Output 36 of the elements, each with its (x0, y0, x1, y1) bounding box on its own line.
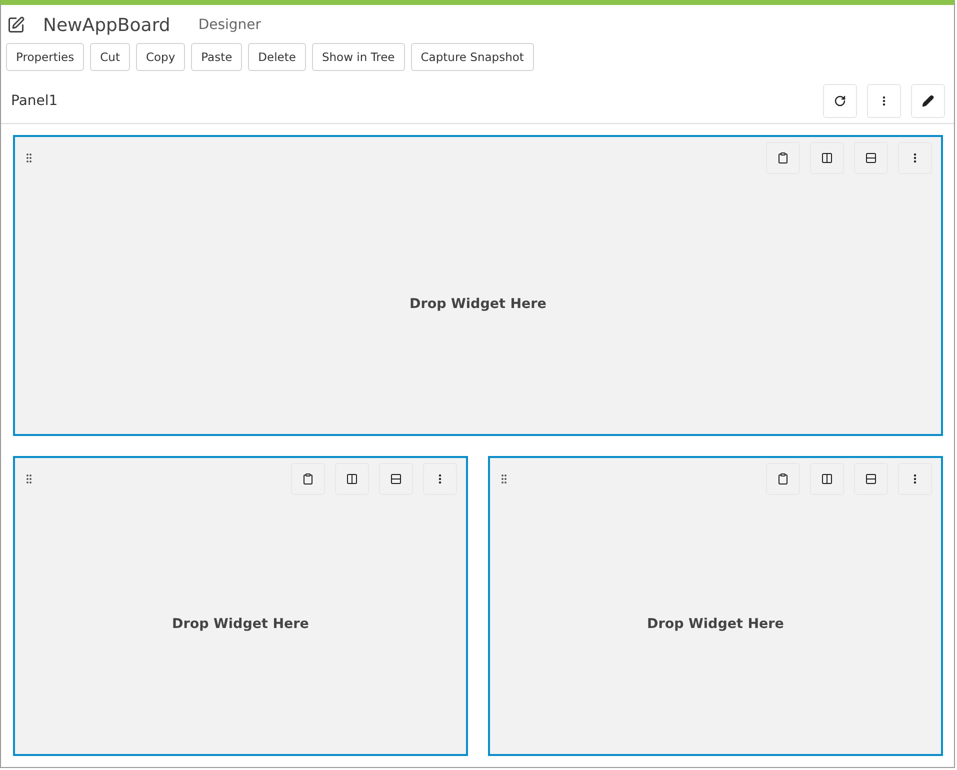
columns-icon (821, 152, 833, 164)
rows-icon (865, 152, 877, 164)
refresh-button[interactable] (823, 84, 857, 118)
toolbar-button[interactable]: Delete (248, 43, 306, 71)
clipboard-icon (777, 472, 789, 484)
app-title: NewAppBoard (43, 14, 170, 36)
clipboard-icon (777, 152, 789, 164)
split-vertical-button[interactable] (335, 462, 369, 494)
app-subtitle: Designer (198, 17, 262, 33)
toolbar-button[interactable]: Copy (136, 43, 186, 71)
split-vertical-button[interactable] (810, 462, 844, 494)
toolbar-button[interactable]: Cut (90, 43, 130, 71)
clipboard-icon (302, 472, 314, 484)
pencil-icon (922, 95, 934, 107)
toolbar-button[interactable]: Properties (6, 43, 84, 71)
drop-hint: Drop Widget Here (647, 616, 784, 632)
columns-icon (346, 472, 358, 484)
split-horizontal-button[interactable] (379, 462, 413, 494)
edit-button[interactable] (911, 84, 945, 118)
split-vertical-button[interactable] (810, 142, 844, 174)
paste-button[interactable] (766, 462, 800, 494)
toolbar-button[interactable]: Capture Snapshot (410, 43, 534, 71)
rows-icon (865, 472, 877, 484)
refresh-icon (834, 95, 846, 107)
split-horizontal-button[interactable] (854, 142, 888, 174)
drop-hint: Drop Widget Here (410, 296, 546, 312)
rows-icon (390, 472, 402, 484)
split-horizontal-button[interactable] (854, 462, 888, 494)
toolbar-button[interactable]: Paste (191, 43, 242, 71)
edit-icon (7, 16, 25, 34)
toolbar-button[interactable]: Show in Tree (312, 43, 405, 71)
paste-button[interactable] (291, 462, 325, 494)
panel-title: Panel1 (11, 93, 59, 109)
paste-button[interactable] (766, 142, 800, 174)
columns-icon (821, 472, 833, 484)
drop-hint: Drop Widget Here (172, 616, 309, 632)
